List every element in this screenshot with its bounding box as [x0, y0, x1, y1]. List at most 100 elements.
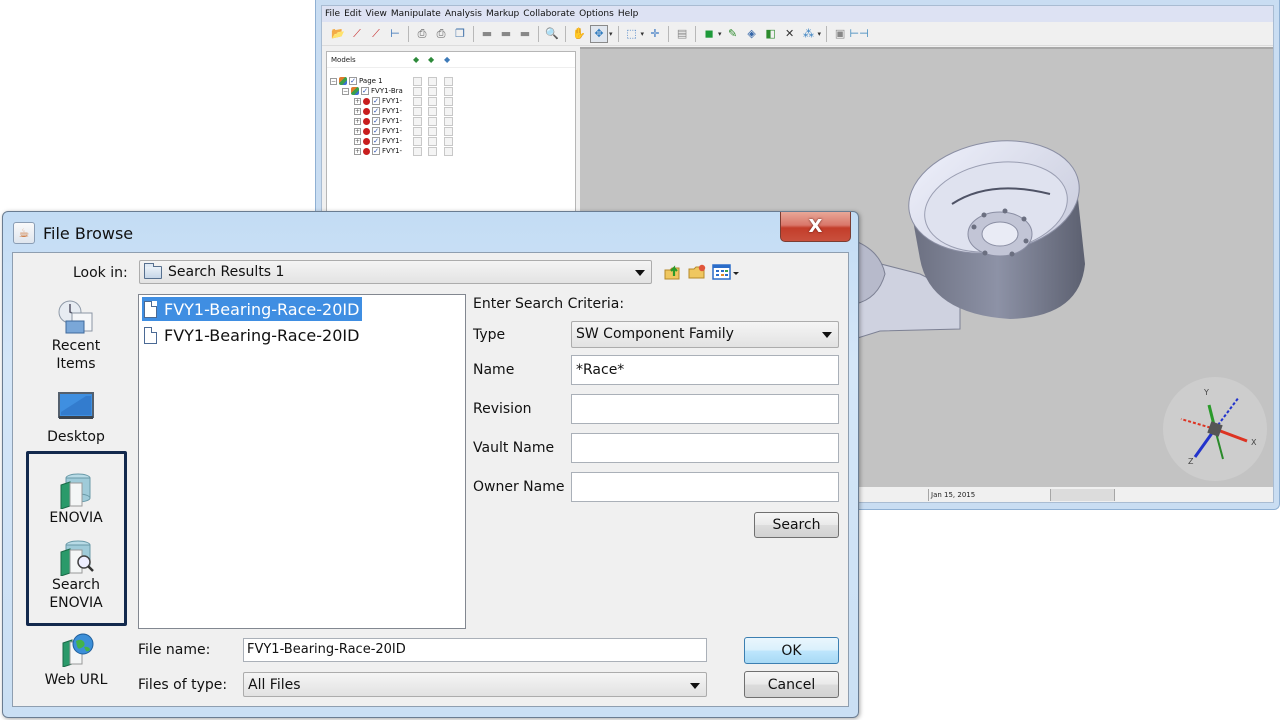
- zoom-window-icon[interactable]: ⬚: [624, 26, 640, 42]
- model-option-checkbox[interactable]: [413, 107, 422, 116]
- rotate-dropdown-icon[interactable]: ▾: [609, 30, 613, 38]
- model-option-checkbox[interactable]: [444, 77, 453, 86]
- copy-icon[interactable]: ❐: [452, 26, 468, 42]
- visibility-checkbox[interactable]: ✓: [349, 77, 357, 85]
- wireframe-column-icon[interactable]: ◆: [444, 55, 450, 64]
- dimension-icon[interactable]: ⊢⊣: [849, 26, 868, 42]
- model-option-checkbox[interactable]: [413, 117, 422, 126]
- model-option-checkbox[interactable]: [413, 127, 422, 136]
- model-option-checkbox[interactable]: [413, 147, 422, 156]
- model-option-checkbox[interactable]: [444, 147, 453, 156]
- menu-analysis[interactable]: Analysis: [445, 9, 482, 19]
- name-input[interactable]: *Race*: [571, 355, 839, 385]
- owner-name-input[interactable]: [571, 472, 839, 502]
- search-button[interactable]: Search: [754, 512, 839, 538]
- pan-hand-icon[interactable]: ✋: [571, 26, 587, 42]
- model-tree-row[interactable]: + ✓ FVY1-: [354, 116, 402, 126]
- expand-icon[interactable]: +: [354, 137, 361, 145]
- menu-help[interactable]: Help: [618, 9, 639, 19]
- layout-3-icon[interactable]: ▬: [517, 26, 533, 42]
- place-enovia[interactable]: ENOVIA: [28, 471, 124, 527]
- spread-icon[interactable]: ✕: [782, 26, 798, 42]
- print-icon[interactable]: ⎙: [414, 26, 430, 42]
- model-option-checkbox[interactable]: [428, 137, 437, 146]
- model-option-checkbox[interactable]: [413, 97, 422, 106]
- menu-file[interactable]: File: [325, 9, 340, 19]
- render-mode-icon[interactable]: ◼: [701, 26, 717, 42]
- open-file-icon[interactable]: 📂: [330, 26, 346, 42]
- assembly-icon[interactable]: ⁂: [801, 26, 817, 42]
- markup-comment-icon[interactable]: ▤: [674, 26, 690, 42]
- expand-icon[interactable]: +: [354, 97, 361, 105]
- model-option-checkbox[interactable]: [444, 117, 453, 126]
- menu-manipulate[interactable]: Manipulate: [391, 9, 441, 19]
- file-list[interactable]: FVY1-Bearing-Race-20ID FVY1-Bearing-Race…: [138, 294, 466, 629]
- file-list-item[interactable]: FVY1-Bearing-Race-20ID: [142, 297, 363, 321]
- section-icon[interactable]: ◈: [744, 26, 760, 42]
- place-web-url[interactable]: Web URL: [28, 633, 124, 689]
- model-option-checkbox[interactable]: [444, 97, 453, 106]
- model-option-checkbox[interactable]: [428, 87, 437, 96]
- vault-name-input[interactable]: [571, 433, 839, 463]
- model-option-checkbox[interactable]: [428, 117, 437, 126]
- model-tree-row[interactable]: + ✓ FVY1-: [354, 106, 402, 116]
- model-option-checkbox[interactable]: [444, 107, 453, 116]
- model-option-checkbox[interactable]: [428, 77, 437, 86]
- model-tree-row[interactable]: − ✓ Page 1: [330, 76, 383, 86]
- close-button[interactable]: X: [780, 212, 851, 242]
- transparency-column-icon[interactable]: ◆: [428, 55, 434, 64]
- rotate-icon[interactable]: ✥: [590, 24, 608, 43]
- cancel-button[interactable]: Cancel: [744, 671, 839, 698]
- collapse-icon[interactable]: −: [330, 77, 337, 85]
- up-one-level-icon[interactable]: [661, 261, 683, 283]
- visibility-checkbox[interactable]: ✓: [372, 117, 380, 125]
- place-recent-items[interactable]: Recent Items: [28, 299, 124, 373]
- place-desktop[interactable]: Desktop: [28, 390, 124, 446]
- model-option-checkbox[interactable]: [428, 127, 437, 136]
- explode-icon[interactable]: ◧: [763, 26, 779, 42]
- expand-icon[interactable]: +: [354, 107, 361, 115]
- model-option-checkbox[interactable]: [428, 97, 437, 106]
- model-option-checkbox[interactable]: [413, 137, 422, 146]
- menu-view[interactable]: View: [366, 9, 387, 19]
- axis-triad[interactable]: Y X Z: [1163, 377, 1267, 481]
- file-name-input[interactable]: FVY1-Bearing-Race-20ID: [243, 638, 707, 662]
- fit-all-icon[interactable]: ✛: [647, 26, 663, 42]
- menu-markup[interactable]: Markup: [486, 9, 519, 19]
- type-dropdown[interactable]: SW Component Family: [571, 321, 839, 348]
- visibility-checkbox[interactable]: ✓: [372, 147, 380, 155]
- model-tree-row[interactable]: + ✓ FVY1-: [354, 136, 402, 146]
- collapse-icon[interactable]: −: [342, 87, 349, 95]
- model-option-checkbox[interactable]: [428, 107, 437, 116]
- place-search-enovia[interactable]: Search ENOVIA: [28, 538, 124, 612]
- visibility-checkbox[interactable]: ✓: [372, 107, 380, 115]
- visibility-checkbox[interactable]: ✓: [372, 137, 380, 145]
- ok-button[interactable]: OK: [744, 637, 839, 664]
- visibility-checkbox[interactable]: ✓: [361, 87, 369, 95]
- expand-icon[interactable]: +: [354, 147, 361, 155]
- measure-red-icon[interactable]: ⟋: [349, 26, 365, 42]
- model-option-checkbox[interactable]: [444, 127, 453, 136]
- model-tree-row[interactable]: − ✓ FVY1-Bra: [342, 86, 403, 96]
- visibility-checkbox[interactable]: ✓: [372, 127, 380, 135]
- model-option-checkbox[interactable]: [444, 87, 453, 96]
- expand-icon[interactable]: +: [354, 127, 361, 135]
- paint-icon[interactable]: ✎: [725, 26, 741, 42]
- layout-2-icon[interactable]: ▬: [498, 26, 514, 42]
- render-dropdown-icon[interactable]: ▾: [718, 30, 722, 38]
- model-option-checkbox[interactable]: [428, 147, 437, 156]
- menu-collaborate[interactable]: Collaborate: [523, 9, 575, 19]
- view-menu-icon[interactable]: [711, 261, 741, 283]
- new-folder-icon[interactable]: [686, 261, 708, 283]
- menu-edit[interactable]: Edit: [344, 9, 361, 19]
- revision-input[interactable]: [571, 394, 839, 424]
- model-option-checkbox[interactable]: [413, 77, 422, 86]
- assembly-dropdown-icon[interactable]: ▾: [818, 30, 822, 38]
- layout-1-icon[interactable]: ▬: [479, 26, 495, 42]
- print-preview-icon[interactable]: ⎙: [433, 26, 449, 42]
- model-tree-row[interactable]: + ✓ FVY1-: [354, 146, 402, 156]
- zoom-dropdown-icon[interactable]: ▾: [641, 30, 645, 38]
- model-tree-row[interactable]: + ✓ FVY1-: [354, 96, 402, 106]
- measure-red-2-icon[interactable]: ⟋: [368, 26, 384, 42]
- visibility-column-icon[interactable]: ◆: [413, 55, 419, 64]
